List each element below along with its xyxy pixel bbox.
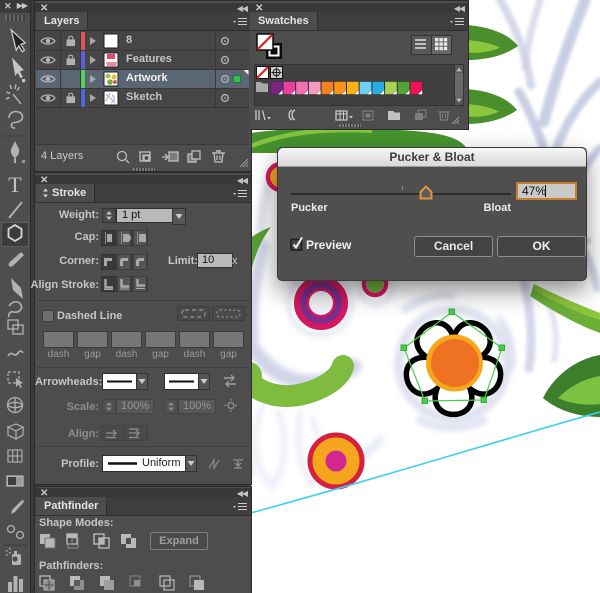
svg-text:T: T [8, 172, 22, 197]
